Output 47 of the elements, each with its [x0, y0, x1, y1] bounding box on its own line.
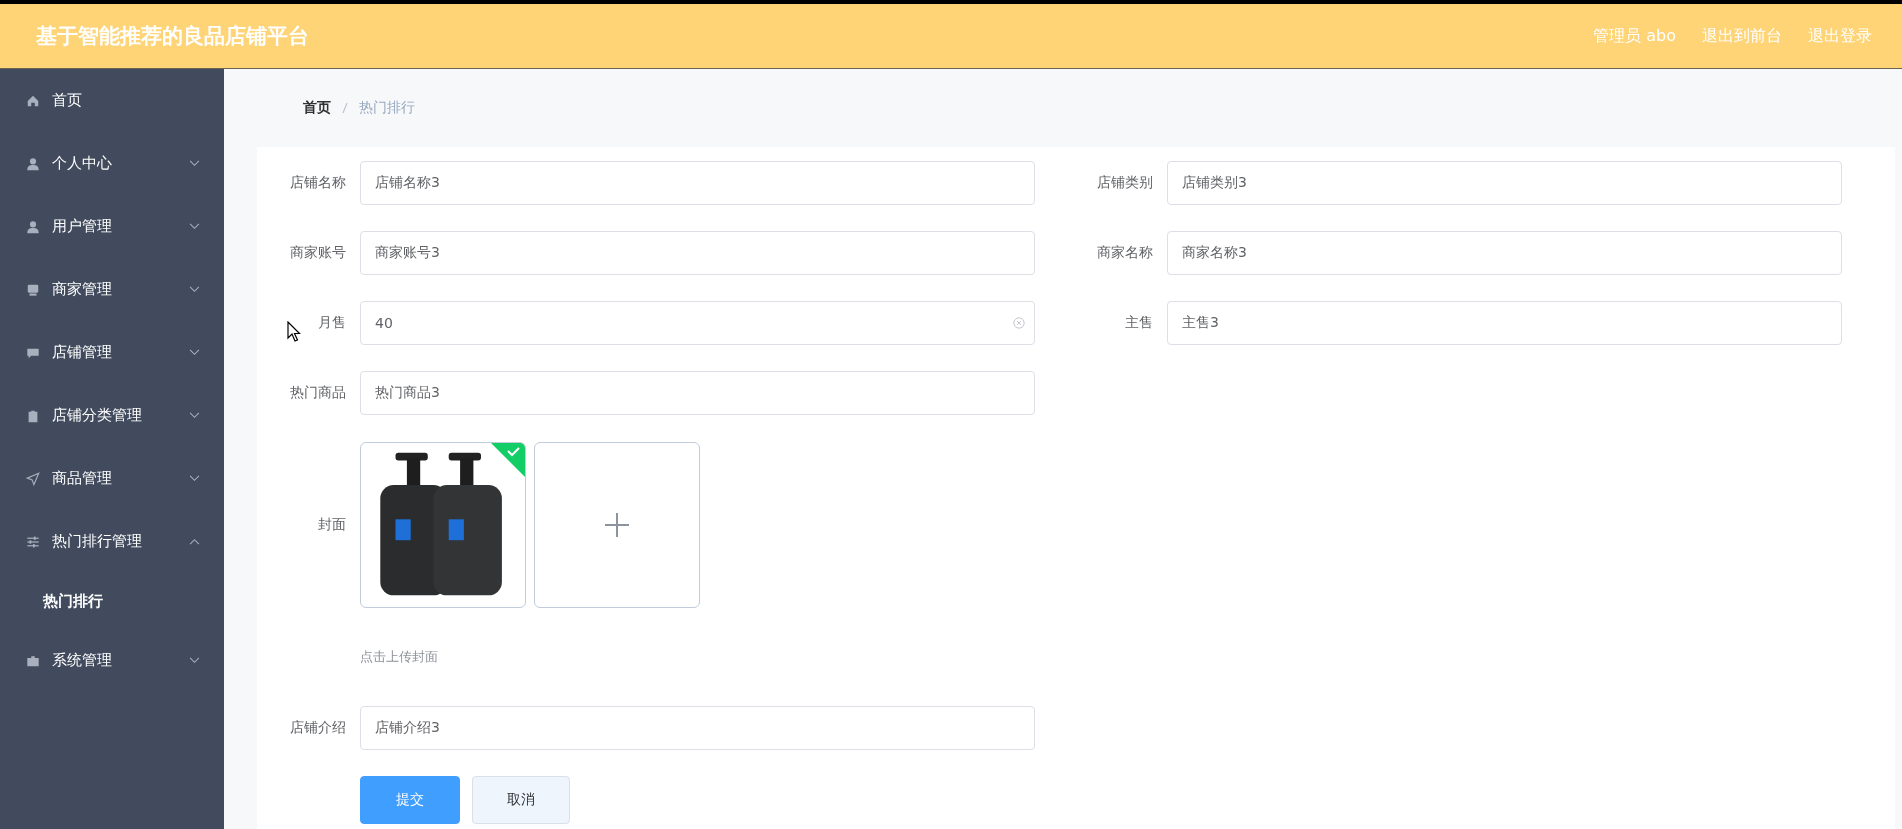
- user-icon: [26, 219, 40, 234]
- input-field[interactable]: 店铺介绍3: [360, 706, 1035, 750]
- sidebar-item[interactable]: 商家管理: [0, 258, 224, 321]
- sliders-icon: [26, 534, 40, 549]
- monitor-icon: [26, 282, 40, 297]
- input-field[interactable]: 商家账号3: [360, 231, 1035, 275]
- breadcrumb-item: 热门排行: [359, 99, 415, 117]
- separator-icon: [341, 102, 349, 114]
- sidebar-subitem[interactable]: 热门排行: [0, 573, 224, 629]
- sidebar-item[interactable]: 系统管理: [0, 629, 224, 692]
- uploaded-image[interactable]: [360, 442, 526, 608]
- sidebar-item[interactable]: 首页: [0, 69, 224, 132]
- success-badge: [491, 443, 525, 477]
- upload-button[interactable]: [534, 442, 700, 608]
- home-icon: [26, 93, 40, 108]
- input-field[interactable]: 商家名称3: [1167, 231, 1842, 275]
- clipboard-icon: [26, 408, 40, 423]
- clear-icon[interactable]: [1013, 317, 1025, 329]
- input-field[interactable]: 40: [360, 301, 1035, 345]
- sidebar-item[interactable]: 店铺分类管理: [0, 384, 224, 447]
- field-label: 主售: [1124, 314, 1154, 332]
- input-field[interactable]: 主售3: [1167, 301, 1842, 345]
- sidebar-item[interactable]: 热门排行管理: [0, 510, 224, 573]
- site-title: 基于智能推荐的良品店铺平台: [36, 23, 309, 50]
- sidebar-item[interactable]: 个人中心: [0, 132, 224, 195]
- field-label: 店铺名称: [289, 174, 347, 192]
- field-label: 热门商品: [289, 384, 347, 402]
- field-label: 商家名称: [1096, 244, 1154, 262]
- sidebar-item[interactable]: 店铺管理: [0, 321, 224, 384]
- briefcase-icon: [26, 653, 40, 668]
- sidebar-item[interactable]: 用户管理: [0, 195, 224, 258]
- breadcrumb-item[interactable]: 首页: [303, 99, 331, 117]
- user-icon: [26, 156, 40, 171]
- field-label: 封面: [317, 516, 347, 534]
- field-label: 商家账号: [289, 244, 347, 262]
- field-label: 月售: [317, 314, 347, 332]
- cursor-icon: [287, 321, 301, 343]
- upload-hint: 点击上传封面: [360, 648, 438, 666]
- sidebar-item[interactable]: 商品管理: [0, 447, 224, 510]
- input-field[interactable]: 热门商品3: [360, 371, 1035, 415]
- send-icon: [26, 471, 40, 486]
- field-label: 店铺介绍: [289, 719, 347, 737]
- plus-icon: [604, 512, 630, 538]
- input-field[interactable]: 店铺名称3: [360, 161, 1035, 205]
- field-label: 店铺类别: [1096, 174, 1154, 192]
- input-field[interactable]: 店铺类别3: [1167, 161, 1842, 205]
- cancel-button[interactable]: 取消: [472, 776, 570, 824]
